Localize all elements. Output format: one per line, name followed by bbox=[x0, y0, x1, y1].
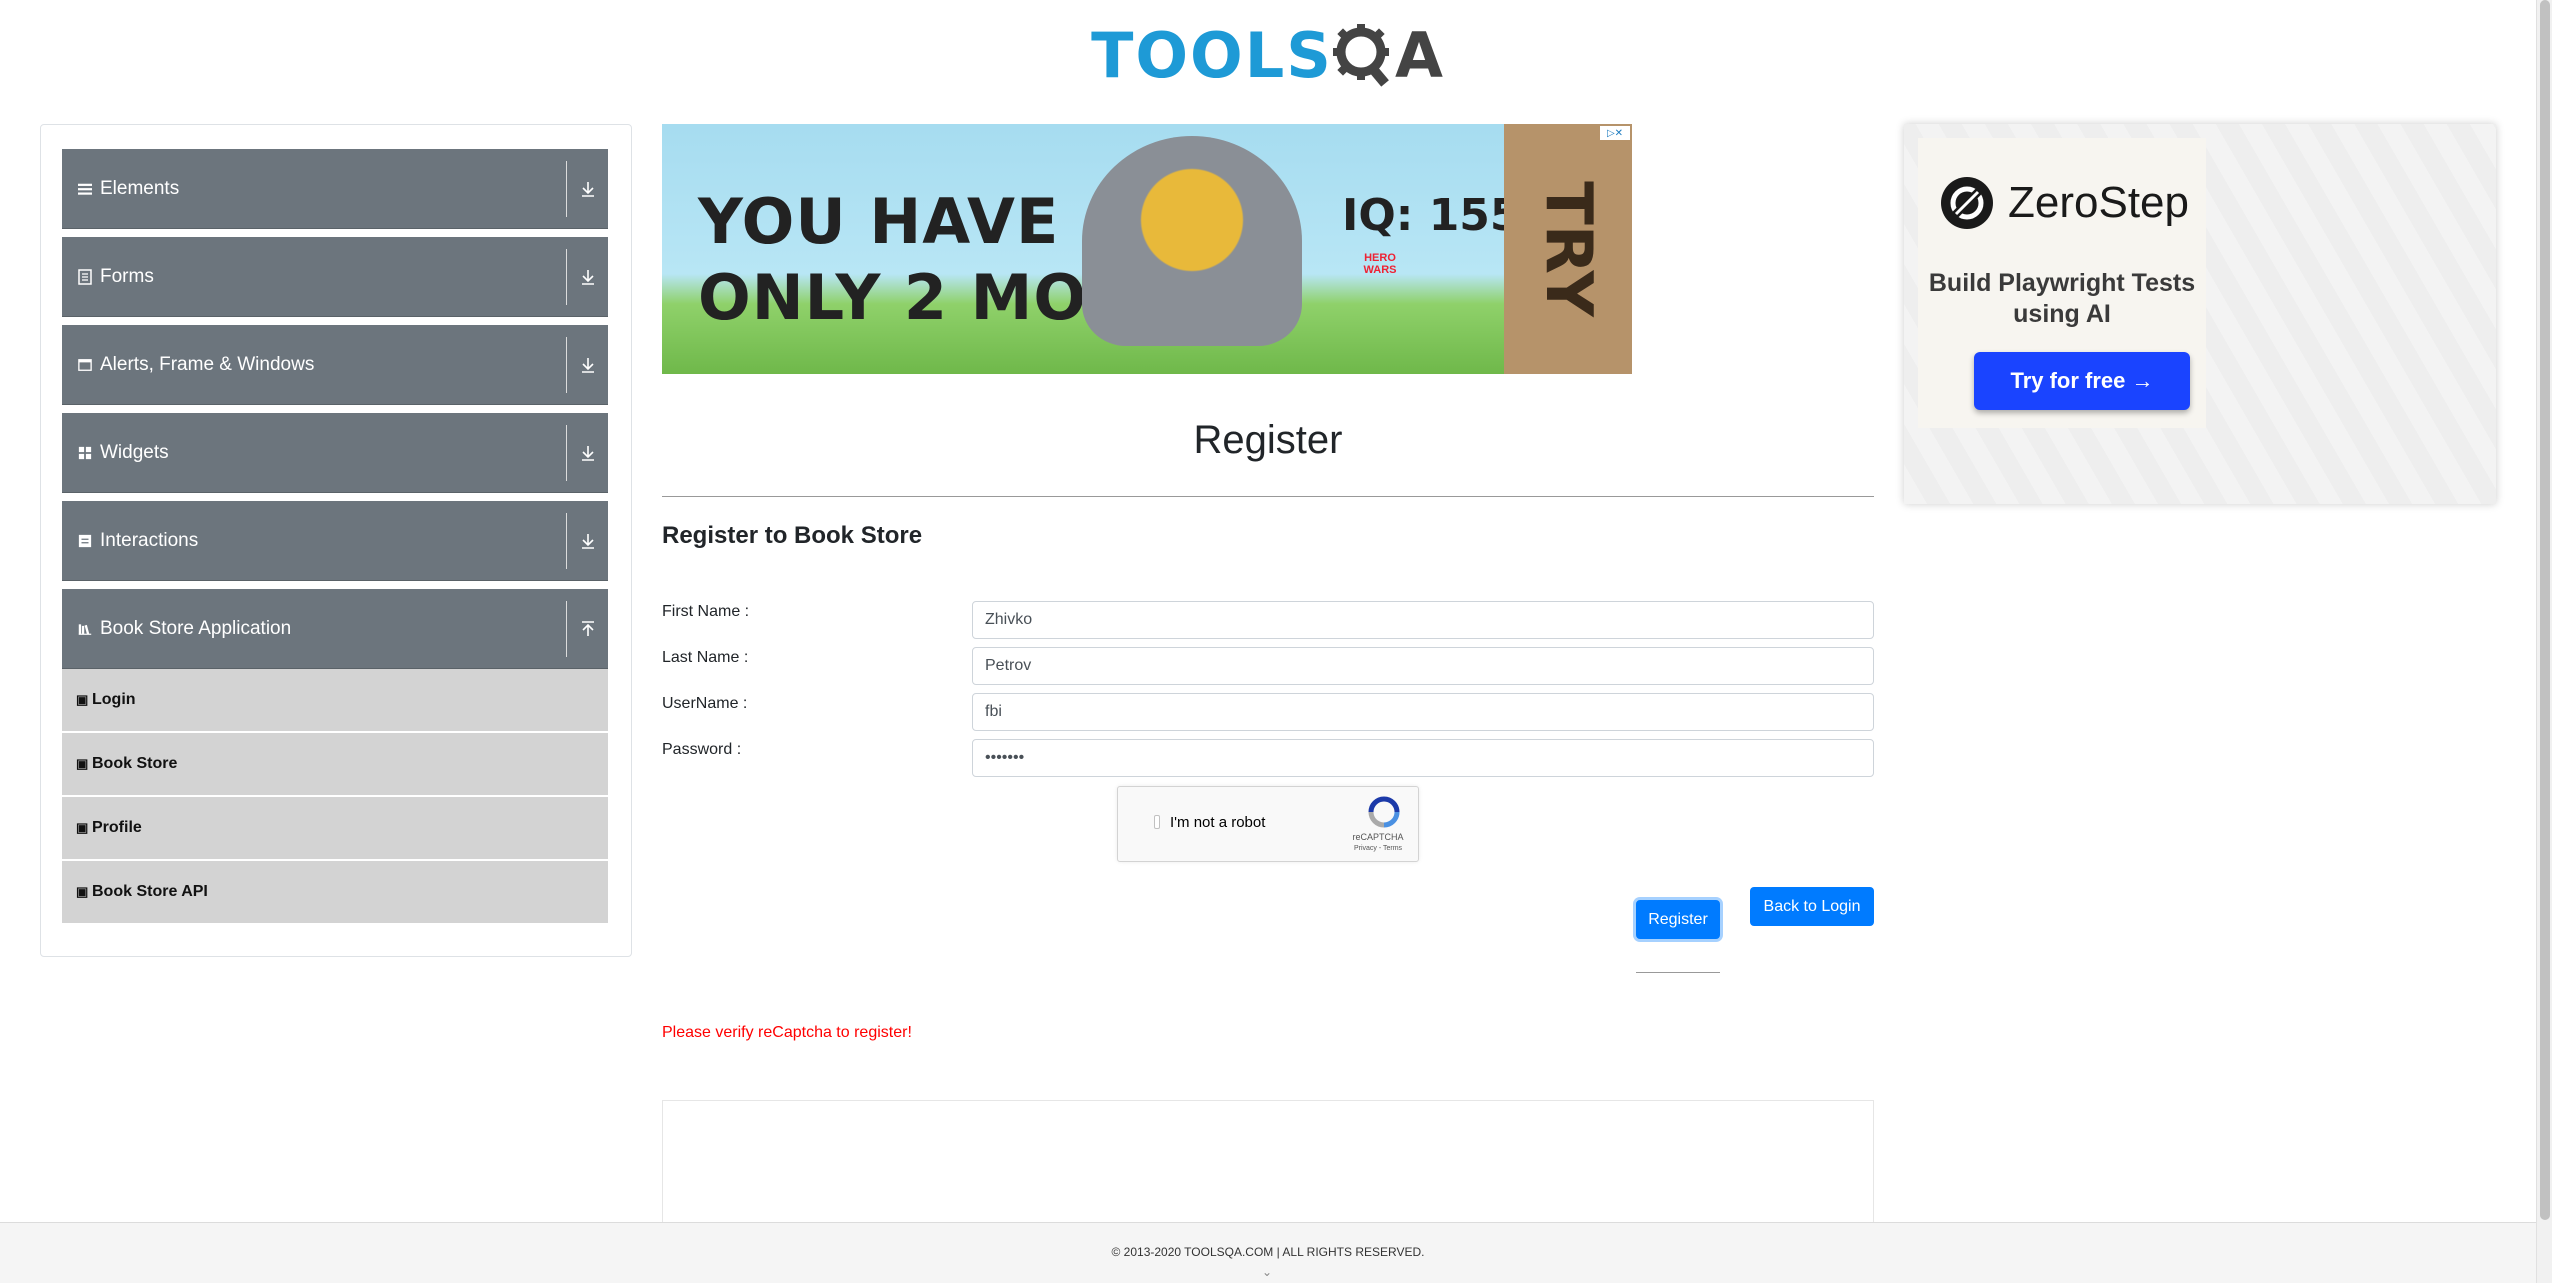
toolsqa-logo[interactable]: TOOLS A bbox=[1091, 19, 1445, 92]
recaptcha-error-message: Please verify reCaptcha to register! bbox=[662, 1024, 912, 1041]
sidebar-group-alerts[interactable]: Alerts, Frame & Windows bbox=[62, 325, 608, 405]
sidebar-group-label: Book Store Application bbox=[100, 617, 292, 639]
first-name-label: First Name : bbox=[662, 603, 750, 620]
zerostep-logo: ZeroStep bbox=[1940, 176, 2189, 230]
collapse-arrow-icon[interactable] bbox=[566, 600, 608, 657]
logo-tools-text: TOOLS bbox=[1091, 18, 1333, 92]
password-input[interactable] bbox=[972, 739, 1874, 777]
recaptcha-brand: reCAPTCHA bbox=[1352, 832, 1404, 842]
password-label: Password : bbox=[662, 741, 742, 758]
expand-arrow-icon[interactable] bbox=[566, 248, 608, 305]
recaptcha-checkbox[interactable] bbox=[1154, 815, 1160, 829]
document-icon bbox=[62, 268, 92, 285]
username-label: UserName : bbox=[662, 695, 748, 712]
adchoices-icon[interactable]: ▷✕ bbox=[1600, 126, 1630, 140]
expand-arrow-icon[interactable] bbox=[566, 424, 608, 481]
site-header: TOOLS A bbox=[0, 0, 2536, 110]
site-footer: © 2013-2020 TOOLSQA.COM | ALL RIGHTS RES… bbox=[0, 1222, 2536, 1283]
bottom-ad-container bbox=[662, 1100, 1874, 1224]
sidebar-group-book-store[interactable]: Book Store Application bbox=[62, 589, 608, 669]
page-title: Register bbox=[1193, 418, 1343, 462]
recaptcha-widget: I'm not a robot reCAPTCHA Privacy - Term… bbox=[1117, 786, 1419, 862]
sidebar-group-widgets[interactable]: Widgets bbox=[62, 413, 608, 493]
sidebar-item-label: Login bbox=[92, 691, 136, 708]
back-to-login-button[interactable]: Back to Login bbox=[1750, 887, 1874, 926]
zerostep-tagline: Build Playwright Tests using AI bbox=[1928, 269, 2196, 328]
form-subtitle: Register to Book Store bbox=[662, 522, 923, 549]
username-input[interactable] bbox=[972, 693, 1874, 731]
sidebar-group-interactions[interactable]: Interactions bbox=[62, 501, 608, 581]
sidebar-group-elements[interactable]: Elements bbox=[62, 149, 608, 229]
ad-try-sign: TRY bbox=[1504, 124, 1632, 374]
book-icon: ▣ bbox=[76, 884, 89, 899]
ad-iq-text: IQ: 155 bbox=[1342, 190, 1521, 241]
sidebar-panel: Elements Forms Alerts, Frame & Windows W… bbox=[40, 124, 632, 957]
zerostep-brand-text: ZeroStep bbox=[2008, 178, 2189, 227]
sidebar-group-label: Interactions bbox=[100, 529, 199, 551]
book-icon: ▣ bbox=[76, 692, 89, 707]
hamburger-icon bbox=[62, 181, 92, 197]
register-button[interactable]: Register bbox=[1636, 900, 1720, 939]
sidebar-item-book-store[interactable]: ▣ Book Store bbox=[62, 733, 608, 796]
books-icon bbox=[62, 621, 92, 637]
scrollbar-thumb[interactable] bbox=[2540, 0, 2550, 1220]
ad-banner[interactable]: YOU HAVE ONLY 2 MOVES IQ: 155 HERO WARS … bbox=[662, 124, 1632, 374]
first-name-input[interactable] bbox=[972, 601, 1874, 639]
ad-statue-image bbox=[1082, 136, 1302, 346]
ad-brand-logo: HERO WARS bbox=[1363, 252, 1397, 276]
window-icon bbox=[62, 358, 92, 372]
last-name-input[interactable] bbox=[972, 647, 1874, 685]
sidebar-item-book-store-api[interactable]: ▣ Book Store API bbox=[62, 861, 608, 924]
logo-a-letter: A bbox=[1394, 18, 1445, 92]
ad-try-text: TRY bbox=[1531, 181, 1605, 317]
sidebar-group-label: Alerts, Frame & Windows bbox=[100, 353, 315, 375]
page-scrollbar[interactable] bbox=[2536, 0, 2552, 1283]
sidebar-group-label: Widgets bbox=[100, 441, 169, 463]
last-name-label: Last Name : bbox=[662, 649, 749, 666]
sidebar-group-label: Forms bbox=[100, 265, 154, 287]
title-divider bbox=[662, 496, 1874, 497]
grid-icon bbox=[62, 445, 92, 461]
expand-arrow-icon[interactable] bbox=[566, 336, 608, 393]
sidebar-item-label: Profile bbox=[92, 819, 142, 836]
sidebar-group-label: Elements bbox=[100, 177, 180, 199]
expand-arrow-icon[interactable] bbox=[566, 512, 608, 569]
zerostep-mark-icon bbox=[1941, 177, 1993, 229]
sidebar-item-login[interactable]: ▣ Login bbox=[62, 669, 608, 732]
recaptcha-label: I'm not a robot bbox=[1170, 814, 1266, 831]
book-icon: ▣ bbox=[76, 756, 89, 771]
book-icon: ▣ bbox=[76, 820, 89, 835]
logo-qa-text: A bbox=[1332, 18, 1445, 92]
copyright-text: © 2013-2020 TOOLSQA.COM | ALL RIGHTS RES… bbox=[1111, 1245, 1425, 1259]
recaptcha-logo-icon bbox=[1368, 796, 1400, 828]
sidebar-item-label: Book Store API bbox=[92, 883, 208, 900]
sidebar-item-label: Book Store bbox=[92, 755, 178, 772]
zerostep-ad-card: ZeroStep Build Playwright Tests using AI… bbox=[1918, 138, 2206, 428]
recaptcha-terms-link[interactable]: Privacy - Terms bbox=[1350, 845, 1406, 852]
zerostep-ad[interactable]: ZeroStep Build Playwright Tests using AI… bbox=[1904, 124, 2496, 504]
sidebar-group-forms[interactable]: Forms bbox=[62, 237, 608, 317]
interactions-icon bbox=[62, 533, 92, 549]
sidebar-item-profile[interactable]: ▣ Profile bbox=[62, 797, 608, 860]
chevron-down-icon[interactable]: ⌄ bbox=[1262, 1265, 1272, 1279]
gear-icon bbox=[1332, 24, 1389, 87]
button-divider bbox=[1636, 972, 1720, 973]
try-for-free-button[interactable]: Try for free → bbox=[1974, 352, 2190, 410]
expand-arrow-icon[interactable] bbox=[566, 160, 608, 217]
